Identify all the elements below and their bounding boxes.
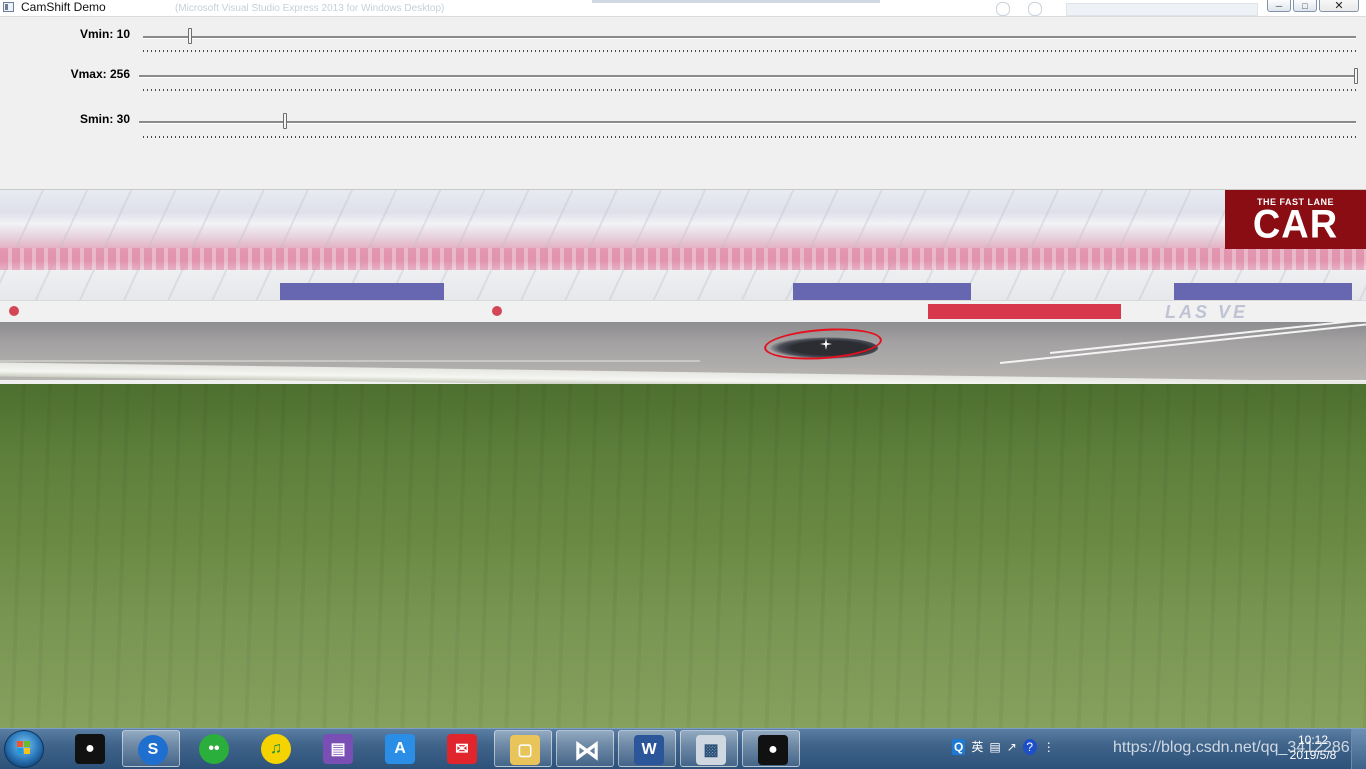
help-icon[interactable]: ? (1022, 739, 1037, 755)
taskbar-app-file-explorer[interactable]: ▢ (494, 730, 552, 767)
clock-time: 10:12 (1297, 733, 1329, 747)
trackbar-smin-label: Smin: 30 (79, 112, 130, 126)
grandstand-banner (1174, 283, 1352, 300)
qq-input-icon[interactable]: Q (952, 739, 966, 755)
lane-line (1049, 317, 1366, 354)
visual-studio-icon: ⋈ (574, 734, 600, 765)
start-button[interactable] (4, 730, 44, 768)
taskbar-app-qq[interactable]: ● (60, 730, 118, 767)
taskbar-app-wechat[interactable]: •• (184, 730, 242, 767)
close-button[interactable]: ✕ (1319, 0, 1359, 12)
file-explorer-icon: ▢ (510, 735, 540, 765)
system-clock[interactable]: 10:12 2019/5/8 (1281, 733, 1345, 763)
trackbar-vmin-track[interactable] (143, 36, 1356, 39)
background-flag-icon (1028, 2, 1042, 16)
app-icon (3, 2, 14, 12)
channel-logo-title: CAR (1252, 202, 1339, 248)
grandstand (0, 190, 1366, 302)
video-frame[interactable]: LAS VE THE FAST LANE CAR (0, 189, 1366, 729)
wall-advert (928, 304, 1121, 319)
wall-lettering: LAS VE (1165, 302, 1249, 322)
clock-date: 2019/5/8 (1289, 748, 1337, 762)
ime-tool-icon[interactable]: ↗ (1007, 739, 1017, 755)
trackbar-smin-thumb[interactable] (283, 113, 288, 129)
infield-grass (0, 384, 1366, 729)
trackbar-vmax-track[interactable] (139, 75, 1356, 78)
windows-logo-icon (17, 741, 31, 755)
taskbar-app-camshift[interactable]: ▩ (680, 730, 738, 767)
trackbar-vmax[interactable]: Vmax: 256 (0, 64, 1366, 100)
trackbar-vmax-thumb[interactable] (1354, 68, 1358, 84)
grandstand-seats (0, 248, 1366, 270)
window-title: CamShift Demo (21, 0, 106, 14)
qq-icon: ● (75, 734, 105, 764)
wechat-icon: •• (199, 734, 229, 764)
lane-line (999, 322, 1366, 364)
camshift-window-icon: ▩ (696, 735, 726, 765)
background-window-title: (Microsoft Visual Studio Express 2013 fo… (175, 3, 445, 14)
lane-line (0, 360, 700, 362)
sogou-icon: S (138, 735, 168, 765)
taskbar-app-visual-studio[interactable]: ⋈ (556, 730, 614, 767)
trackbar-smin-track[interactable] (139, 121, 1356, 124)
taskbar-app-word[interactable]: W (618, 730, 676, 767)
mail-icon: ✉ (447, 734, 477, 764)
background-quick-launch-field (1066, 3, 1258, 16)
minimize-button[interactable]: ─ (1267, 0, 1291, 12)
trackbar-smin-ticks (143, 136, 1356, 138)
wall-logo (9, 306, 19, 316)
trackbar-vmax-label: Vmax: 256 (70, 67, 130, 81)
taskbar-app-books[interactable]: ▤ (308, 730, 366, 767)
taskbar-app-qq-running[interactable]: ● (742, 730, 800, 767)
system-tray: Q 英 ▤ ↗ ? ⋮ (952, 738, 1055, 756)
track-wall: LAS VE (0, 300, 1366, 323)
show-desktop-button[interactable] (1351, 729, 1366, 769)
taskbar-app-mail[interactable]: ✉ (432, 730, 490, 767)
qq-music-icon: ♫ (261, 734, 291, 764)
books-icon: ▤ (323, 734, 353, 764)
trackbar-vmin-thumb[interactable] (188, 28, 193, 44)
trackbar-vmax-ticks (143, 89, 1356, 91)
taskbar-app-translate[interactable]: A (370, 730, 428, 767)
ime-language-indicator[interactable]: 英 (971, 739, 983, 755)
background-search-icon (996, 2, 1010, 16)
channel-logo: THE FAST LANE CAR (1225, 190, 1366, 249)
taskbar-app-qq-music[interactable]: ♫ (246, 730, 304, 767)
trackbar-smin[interactable]: Smin: 30 (0, 108, 1366, 144)
wall-logo (492, 306, 502, 316)
qq-running-icon: ● (758, 735, 788, 765)
ime-keyboard-icon[interactable]: ▤ (989, 739, 1000, 755)
trackbar-vmin[interactable]: Vmin: 10 (0, 25, 1366, 61)
grandstand-banner (793, 283, 971, 300)
title-bar[interactable]: CamShift Demo (Microsoft Visual Studio E… (0, 0, 1366, 17)
taskbar-app-sogou[interactable]: S (122, 730, 180, 767)
trackbar-vmin-label: Vmin: 10 (79, 27, 130, 41)
grandstand-banner (280, 283, 444, 300)
taskbar: ● S •• ♫ ▤ A ✉ ▢ ⋈ W ▩ ● Q 英 ▤ ↗ ? ⋮ htt… (0, 728, 1366, 769)
word-icon: W (634, 735, 664, 765)
translate-icon: A (385, 734, 415, 764)
background-window-highlight (592, 0, 880, 3)
maximize-button[interactable]: □ (1293, 0, 1317, 12)
ime-options-icon[interactable]: ⋮ (1043, 739, 1055, 755)
trackbar-vmin-ticks (143, 50, 1356, 52)
